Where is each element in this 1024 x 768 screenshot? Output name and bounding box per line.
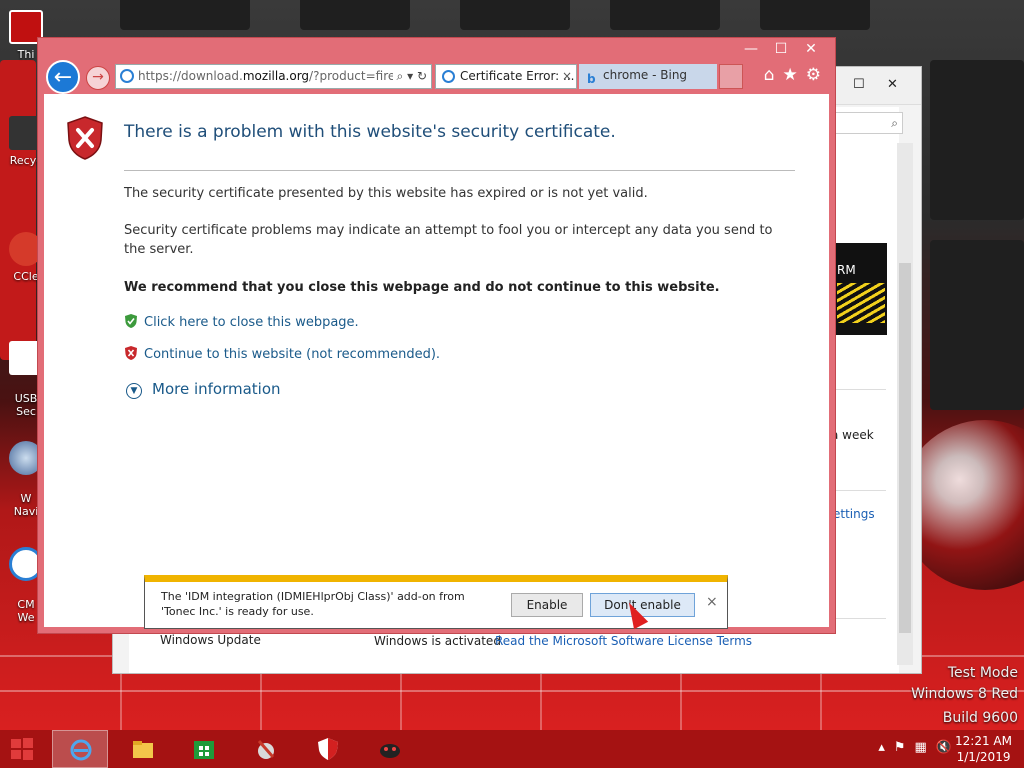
logo-graphic (837, 283, 885, 323)
back-button[interactable]: ← (46, 60, 80, 94)
divider (831, 490, 886, 491)
refresh-icon[interactable]: ↻ (417, 69, 427, 83)
divider (831, 389, 886, 390)
watermark-line: Test Mode (947, 665, 1018, 681)
bg-tile (120, 0, 250, 30)
more-information-label: More information (152, 380, 281, 398)
search-icon[interactable]: ⌕ (831, 112, 903, 134)
shield-check-icon (125, 314, 137, 328)
ccleaner-icon (257, 740, 275, 759)
home-icon[interactable]: ⌂ (764, 65, 775, 85)
store-icon (194, 741, 214, 759)
shield-icon (318, 738, 338, 760)
close-button[interactable]: ✕ (799, 40, 823, 58)
bg-grid-line (0, 690, 1024, 692)
ie-icon (120, 69, 134, 83)
forward-button[interactable]: → (86, 66, 110, 90)
page-title: There is a problem with this website's s… (124, 122, 616, 142)
taskbar-store[interactable] (176, 730, 232, 768)
scrollbar[interactable] (897, 143, 913, 665)
close-webpage-label: Click here to close this webpage. (144, 315, 359, 330)
address-controls: ⌕ ▾ ↻ (392, 65, 427, 88)
more-information-toggle[interactable]: ▼ More information (126, 380, 281, 399)
tab-certificate-error[interactable]: Certificate Error: ... × (435, 64, 577, 89)
continue-website-link[interactable]: Continue to this website (not recommende… (124, 345, 440, 362)
favorites-icon[interactable]: ★ (783, 65, 798, 85)
navigation-bar: ← → https://download.mozilla.org/?produc… (38, 59, 835, 94)
gear-icon[interactable]: ⚙ (806, 65, 821, 85)
folder-icon (133, 741, 153, 758)
ie-icon (442, 70, 455, 83)
settings-link[interactable]: ettings (833, 507, 875, 521)
recommendation-text: We recommend that you close this webpage… (124, 280, 720, 295)
taskbar-app[interactable] (362, 730, 418, 768)
windows-update-heading: Windows Update (160, 633, 261, 647)
minimize-button[interactable]: ☐ (853, 77, 865, 92)
close-button[interactable]: ✕ (887, 77, 898, 92)
activation-status: Windows is activated (374, 634, 501, 648)
bg-tile (930, 60, 1024, 220)
toolbar-icons: ⌂ ★ ⚙ (764, 65, 821, 85)
windows-logo-icon (11, 738, 33, 760)
divider (124, 170, 795, 171)
tab-close-button[interactable]: × (562, 65, 572, 88)
window-controls: — ☐ ✕ (739, 40, 823, 58)
bg-tile (0, 60, 36, 360)
chevron-down-icon: ▼ (126, 383, 142, 399)
ie-window[interactable]: — ☐ ✕ ← → https://download.mozilla.org/?… (37, 37, 836, 634)
close-webpage-link[interactable]: Click here to close this webpage. (124, 313, 359, 330)
chevron-up-icon[interactable]: ▴ (878, 740, 885, 755)
bg-tile (610, 0, 720, 30)
search-icon[interactable]: ⌕ (397, 69, 404, 83)
address-bar[interactable]: https://download.mozilla.org/?product=fi… (115, 64, 432, 89)
bing-icon: b (587, 72, 596, 86)
partial-text: a week (831, 428, 874, 442)
taskbar: ▴ ⚑ ▦ 🔇 12:21 AM 1/1/2019 (0, 730, 1024, 768)
notification-message: The 'IDM integration (IDMIEHlprObj Class… (161, 590, 465, 618)
taskbar-ie[interactable] (52, 730, 108, 768)
shield-error-icon (67, 116, 103, 160)
tab-label: chrome - Bing (603, 68, 688, 82)
back-arrow-icon: ← (53, 65, 73, 90)
maximize-button[interactable]: ☐ (769, 40, 793, 58)
minimize-button[interactable]: — (739, 40, 763, 58)
logo-image: RM (835, 243, 887, 335)
bg-tile (760, 0, 870, 30)
warning-message: Security certificate problems may indica… (124, 223, 773, 257)
network-icon[interactable]: ▦ (915, 740, 927, 755)
enable-button[interactable]: Enable (511, 593, 583, 617)
app-icon (380, 744, 400, 758)
start-button[interactable] (0, 730, 56, 768)
watermark-line: Windows 8 Red (911, 686, 1018, 702)
clock-time: 12:21 AM (955, 734, 1012, 748)
bg-tile (460, 0, 570, 30)
dropdown-icon[interactable]: ▾ (407, 69, 413, 83)
license-terms-link[interactable]: Read the Microsoft Software License Term… (495, 634, 752, 648)
forward-arrow-icon: → (92, 69, 104, 85)
clock[interactable]: 12:21 AM 1/1/2019 (955, 733, 1012, 765)
bg-tile (300, 0, 410, 30)
taskbar-security[interactable] (300, 730, 356, 768)
ie-icon (70, 739, 92, 761)
taskbar-file-explorer[interactable] (115, 730, 171, 768)
system-tray: ▴ ⚑ ▦ 🔇 (878, 740, 952, 755)
certificate-error-page: There is a problem with this website's s… (44, 94, 829, 627)
volume-mute-icon[interactable]: 🔇 (936, 740, 952, 755)
shield-x-icon (125, 346, 137, 360)
expired-message: The security certificate presented by th… (124, 186, 648, 201)
continue-website-label: Continue to this website (not recommende… (144, 347, 441, 362)
logo-text: RM (837, 263, 856, 277)
watermark-line: Build 9600 (942, 710, 1018, 726)
tab-chrome-bing[interactable]: b chrome - Bing (579, 64, 717, 89)
notification-close-button[interactable]: × (706, 594, 718, 610)
clock-date: 1/1/2019 (956, 750, 1011, 764)
flag-icon[interactable]: ⚑ (894, 740, 906, 755)
new-tab-button[interactable] (719, 64, 743, 89)
taskbar-ccleaner[interactable] (238, 730, 294, 768)
address-text: https://download.mozilla.org/?product=fi… (138, 69, 400, 83)
tab-label: Certificate Error: ... (460, 69, 575, 83)
scrollbar-thumb[interactable] (899, 263, 911, 633)
bg-tile (930, 240, 1024, 410)
